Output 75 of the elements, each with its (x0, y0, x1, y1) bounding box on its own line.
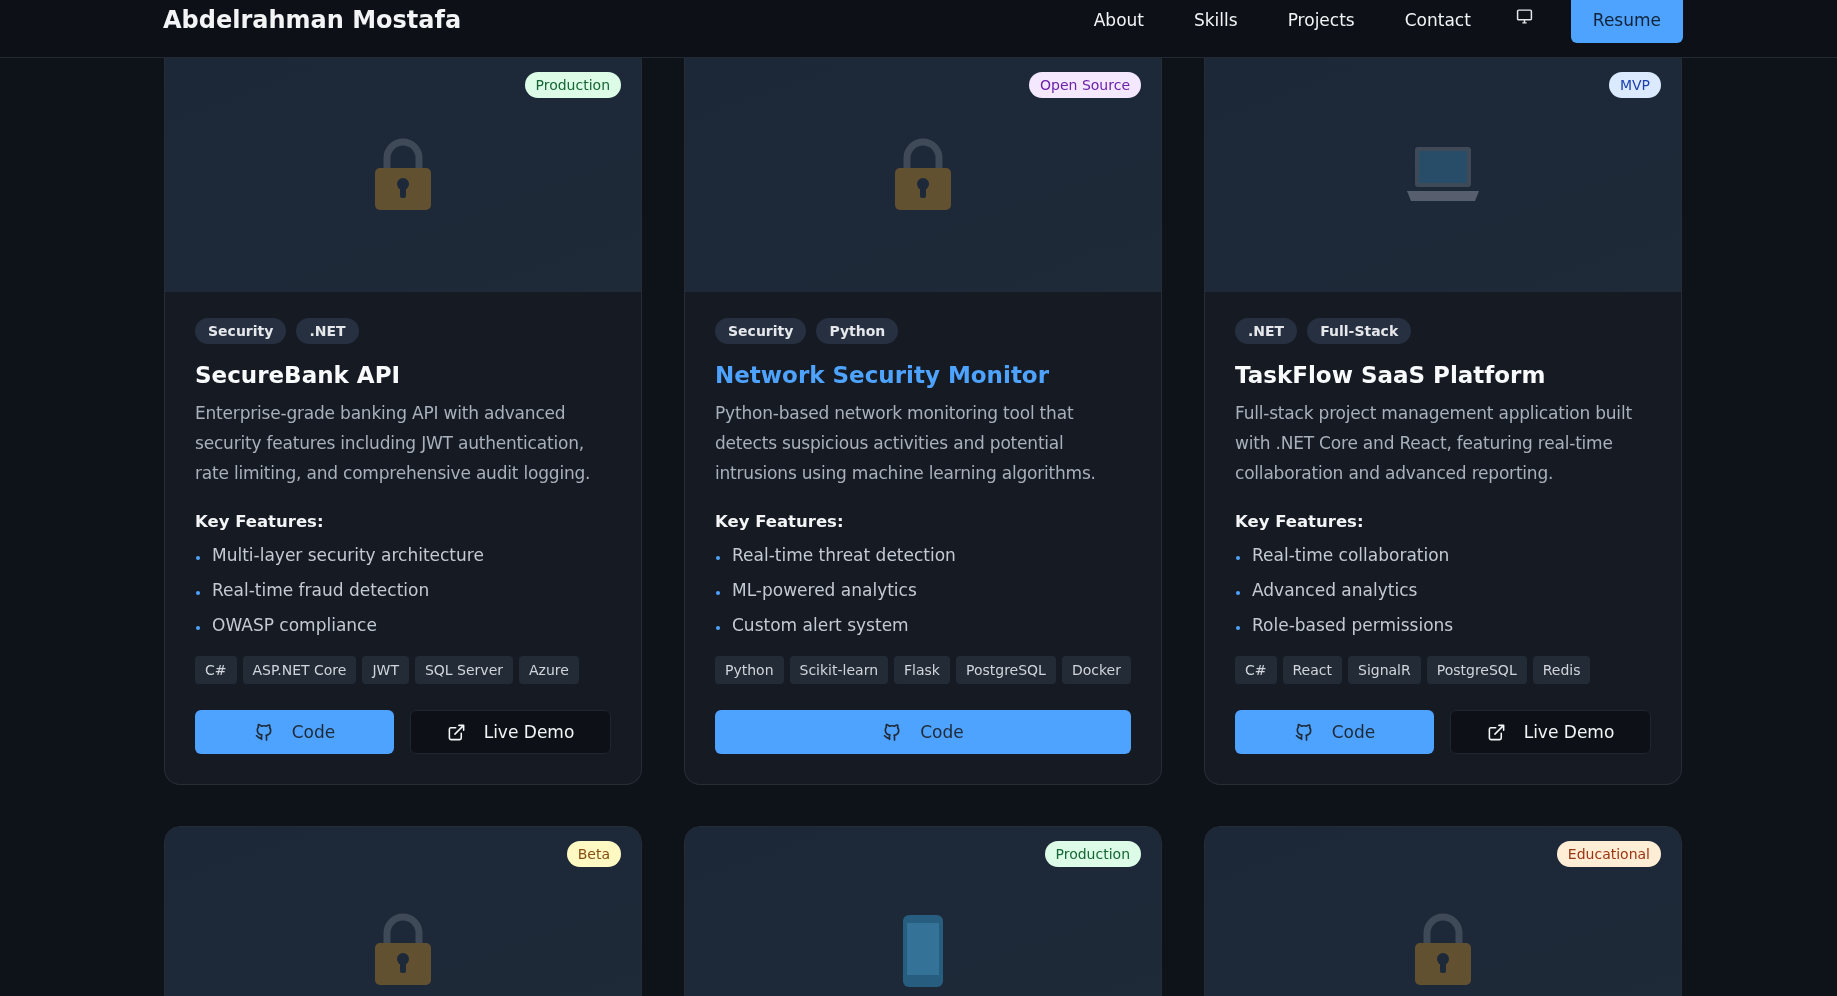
github-icon (1293, 722, 1314, 742)
category-tag: Security (715, 318, 807, 344)
tech-tag: SQL Server (414, 656, 514, 684)
project-description: Python-based network monitoring tool that detects suspicious activities and potential intrusions using machine learning algorithms. (715, 402, 1097, 485)
category-tag: Full-Stack (1307, 318, 1412, 344)
padlock-icon (373, 138, 433, 212)
feature-item: Custom alert system (732, 614, 909, 635)
tech-tag: ASP.NET Core (242, 656, 357, 684)
bullet-icon (196, 625, 200, 630)
external-link-icon (1486, 722, 1506, 742)
project-title: SecureBank API (195, 362, 402, 388)
feature-item: OWASP compliance (212, 614, 377, 635)
tech-tag: Python (715, 656, 784, 684)
bullet-icon (1236, 555, 1240, 560)
github-icon (253, 722, 274, 742)
code-button[interactable]: Code (1235, 710, 1434, 754)
bullet-icon (716, 555, 720, 560)
bullet-icon (1236, 590, 1240, 595)
status-badge: Production (524, 72, 621, 98)
feature-item: Real-time collaboration (1252, 544, 1450, 565)
tech-tag: Azure (519, 656, 579, 684)
monitor-icon[interactable] (1515, 8, 1533, 25)
feature-item: Real-time threat detection (732, 544, 956, 565)
site-name[interactable]: Abdelrahman Mostafa (163, 6, 462, 34)
feature-item: Advanced analytics (1252, 579, 1418, 600)
tech-tag: Redis (1532, 656, 1591, 684)
bullet-icon (196, 555, 200, 560)
code-button[interactable]: Code (715, 710, 1131, 754)
external-link-icon (446, 722, 466, 742)
status-badge: Beta (566, 841, 621, 867)
feature-item: Real-time fraud detection (212, 579, 430, 600)
padlock-icon (373, 913, 433, 987)
project-description: Enterprise-grade banking API with advanced security features including JWT authentication, rate limiting, and comprehensive audit logging. (195, 402, 592, 485)
tech-tag: React (1282, 656, 1342, 684)
features-heading: Key Features: (715, 512, 845, 531)
tech-tag: Scikit-learn (789, 656, 888, 684)
tech-tag: C# (195, 656, 237, 684)
tech-tag: JWT (362, 656, 409, 684)
feature-item: Role-based permissions (1252, 614, 1454, 635)
category-tag: Python (816, 318, 899, 344)
features-heading: Key Features: (1235, 512, 1365, 531)
feature-item: Multi-layer security architecture (212, 544, 484, 565)
nav-link[interactable]: Skills (1194, 10, 1238, 30)
phone-icon (901, 913, 945, 989)
resume-button[interactable]: Resume (1570, 0, 1683, 43)
project-description: Full-stack project management application built with .NET Core and React, featuring real-time collaboration and advanced reporting. (1235, 402, 1633, 485)
live-demo-button[interactable]: Live Demo (1450, 710, 1651, 754)
tech-tag: C# (1235, 656, 1277, 684)
tech-tag: Flask (894, 656, 950, 684)
live-demo-button[interactable]: Live Demo (410, 710, 611, 754)
features-heading: Key Features: (195, 512, 325, 531)
tech-tag: PostgreSQL (1426, 656, 1527, 684)
category-tag: .NET (296, 318, 359, 344)
feature-item: ML-powered analytics (732, 579, 917, 600)
category-tag: .NET (1235, 318, 1298, 344)
status-badge: MVP (1608, 72, 1661, 98)
padlock-icon (893, 138, 953, 212)
bullet-icon (716, 590, 720, 595)
status-badge: Production (1044, 841, 1141, 867)
padlock-icon (1413, 913, 1473, 987)
bullet-icon (196, 590, 200, 595)
status-badge: Open Source (1029, 72, 1141, 98)
tech-tag: SignalR (1348, 656, 1421, 684)
project-title: TaskFlow SaaS Platform (1235, 362, 1547, 388)
tech-tag: PostgreSQL (955, 656, 1056, 684)
nav-link[interactable]: Projects (1287, 10, 1355, 30)
project-title: Network Security Monitor (715, 362, 1051, 388)
status-badge: Educational (1556, 841, 1661, 867)
category-tag: Security (195, 318, 287, 344)
code-button[interactable]: Code (195, 710, 394, 754)
tech-tag: Docker (1061, 656, 1131, 684)
nav-link[interactable]: Contact (1404, 10, 1471, 30)
nav-link[interactable]: About (1093, 10, 1144, 30)
bullet-icon (1236, 625, 1240, 630)
bullet-icon (716, 625, 720, 630)
